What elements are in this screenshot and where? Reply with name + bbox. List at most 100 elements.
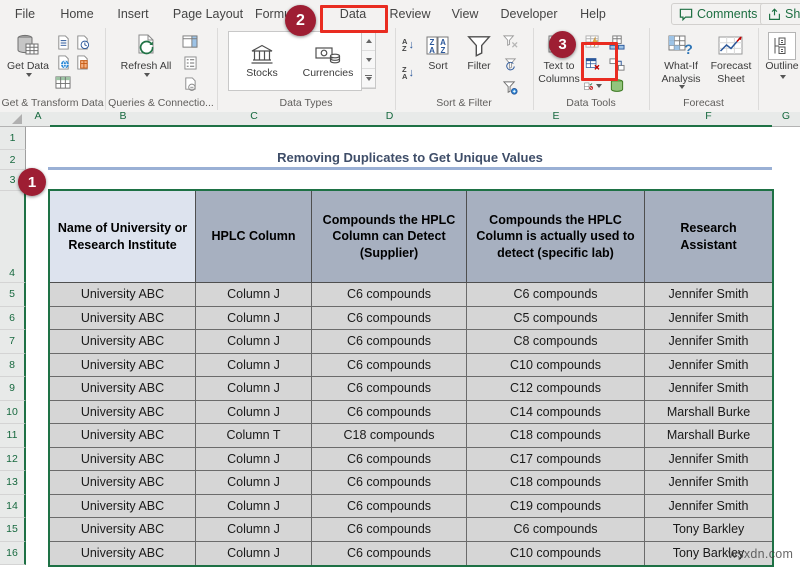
table-cell[interactable]: C6 compounds [312,377,467,400]
table-cell[interactable]: Jennifer Smith [645,494,772,517]
table-cell[interactable]: C6 compounds [312,306,467,329]
row-header[interactable]: 1 [0,127,26,150]
row-header[interactable]: 15 [0,518,26,542]
table-cell[interactable]: C6 compounds [467,283,645,306]
reapply-filter-icon[interactable] [501,56,519,74]
table-cell[interactable]: Jennifer Smith [645,471,772,494]
row-header[interactable]: 16 [0,541,26,565]
table-cell[interactable]: C5 compounds [467,306,645,329]
table-cell[interactable]: Column J [196,447,312,470]
table-cell[interactable]: University ABC [50,494,196,517]
table-cell[interactable]: C10 compounds [467,353,645,376]
table-cell[interactable]: C10 compounds [467,541,645,565]
gallery-more-button[interactable] [362,69,375,89]
column-header-a[interactable]: A [26,112,50,127]
row-header[interactable]: 5 [0,283,26,307]
table-cell[interactable]: Column J [196,377,312,400]
table-cell[interactable]: C17 compounds [467,447,645,470]
table-cell[interactable]: Column J [196,494,312,517]
table-cell[interactable]: Jennifer Smith [645,283,772,306]
row-header[interactable]: 13 [0,471,26,495]
row-header[interactable]: 12 [0,447,26,471]
select-all-corner[interactable] [0,112,26,127]
table-cell[interactable]: C18 compounds [467,471,645,494]
header-cell[interactable]: Compounds the HPLC Column can Detect (Su… [312,191,467,282]
column-header-d[interactable]: D [312,112,467,127]
table-cell[interactable]: Jennifer Smith [645,330,772,353]
edit-links-icon[interactable] [181,75,199,93]
table-cell[interactable]: C6 compounds [312,447,467,470]
outline-button[interactable]: Outline [764,30,800,79]
share-button[interactable]: Share [760,3,800,25]
table-cell[interactable]: C12 compounds [467,377,645,400]
header-cell[interactable]: HPLC Column [196,191,312,282]
table-cell[interactable]: C6 compounds [312,541,467,565]
recent-sources-icon[interactable] [73,33,91,51]
from-web-icon[interactable] [54,53,72,71]
table-cell[interactable]: Marshall Burke [645,424,772,447]
table-cell[interactable]: Column J [196,471,312,494]
row-header[interactable]: 14 [0,494,26,518]
ribbon-tab[interactable]: Developer [501,0,558,28]
ribbon-tab[interactable]: Review [390,0,431,28]
what-if-analysis-button[interactable]: ? What-If Analysis [655,30,707,90]
filter-button[interactable]: Filter [459,30,499,73]
row-header[interactable]: 2 [0,150,26,170]
sort-ascending-icon[interactable]: A Z ↓ [399,36,417,54]
table-cell[interactable]: C18 compounds [312,424,467,447]
currencies-button[interactable]: Currencies [295,32,361,90]
table-cell[interactable]: University ABC [50,353,196,376]
table-cell[interactable]: C8 compounds [467,330,645,353]
refresh-all-button[interactable]: Refresh All [119,30,173,77]
table-cell[interactable]: C18 compounds [467,424,645,447]
table-cell[interactable]: University ABC [50,471,196,494]
table-cell[interactable]: C6 compounds [312,494,467,517]
row-header[interactable]: 11 [0,424,26,448]
header-cell[interactable]: Compounds the HPLC Column is actually us… [467,191,645,282]
row-header[interactable]: 6 [0,306,26,330]
header-cell[interactable]: Name of University or Research Institute [50,191,196,282]
table-cell[interactable]: C14 compounds [467,400,645,423]
header-cell[interactable]: Research Assistant [645,191,772,282]
stocks-button[interactable]: Stocks [229,32,295,90]
table-cell[interactable]: University ABC [50,330,196,353]
queries-connections-icon[interactable] [181,33,199,51]
table-cell[interactable]: University ABC [50,447,196,470]
ribbon-tab[interactable]: View [452,0,479,28]
table-cell[interactable]: Jennifer Smith [645,306,772,329]
gallery-down-button[interactable] [362,51,375,70]
table-cell[interactable]: Jennifer Smith [645,353,772,376]
table-cell[interactable]: C19 compounds [467,494,645,517]
ribbon-tab[interactable]: Help [580,0,606,28]
table-cell[interactable]: University ABC [50,377,196,400]
ribbon-tab[interactable]: Page Layout [173,0,243,28]
table-cell[interactable]: University ABC [50,283,196,306]
sort-descending-icon[interactable]: Z A ↓ [399,64,417,82]
table-cell[interactable]: Jennifer Smith [645,377,772,400]
gallery-up-button[interactable] [362,32,375,51]
column-header-f[interactable]: F [645,112,772,127]
ribbon-tab[interactable]: File [15,0,35,28]
table-cell[interactable]: Column J [196,353,312,376]
advanced-filter-icon[interactable] [501,79,519,97]
sort-button[interactable]: ZAAZ Sort [419,30,457,73]
table-cell[interactable]: University ABC [50,541,196,565]
table-cell[interactable]: C6 compounds [312,283,467,306]
column-header-c[interactable]: C [196,112,312,127]
from-text-file-icon[interactable] [54,33,72,51]
table-cell[interactable]: Marshall Burke [645,400,772,423]
table-cell[interactable]: Column J [196,306,312,329]
table-cell[interactable]: University ABC [50,424,196,447]
existing-connections-icon[interactable] [73,53,91,71]
table-cell[interactable]: Column J [196,541,312,565]
table-cell[interactable]: C6 compounds [312,471,467,494]
ribbon-tab[interactable]: Home [60,0,93,28]
table-cell[interactable]: Column J [196,283,312,306]
clear-filter-icon[interactable] [501,33,519,51]
comments-button[interactable]: Comments [671,3,766,25]
table-cell[interactable]: Column J [196,330,312,353]
table-cell[interactable]: C6 compounds [312,400,467,423]
ribbon-tab[interactable]: Insert [117,0,148,28]
table-cell[interactable]: University ABC [50,518,196,541]
column-header-e[interactable]: E [467,112,645,127]
